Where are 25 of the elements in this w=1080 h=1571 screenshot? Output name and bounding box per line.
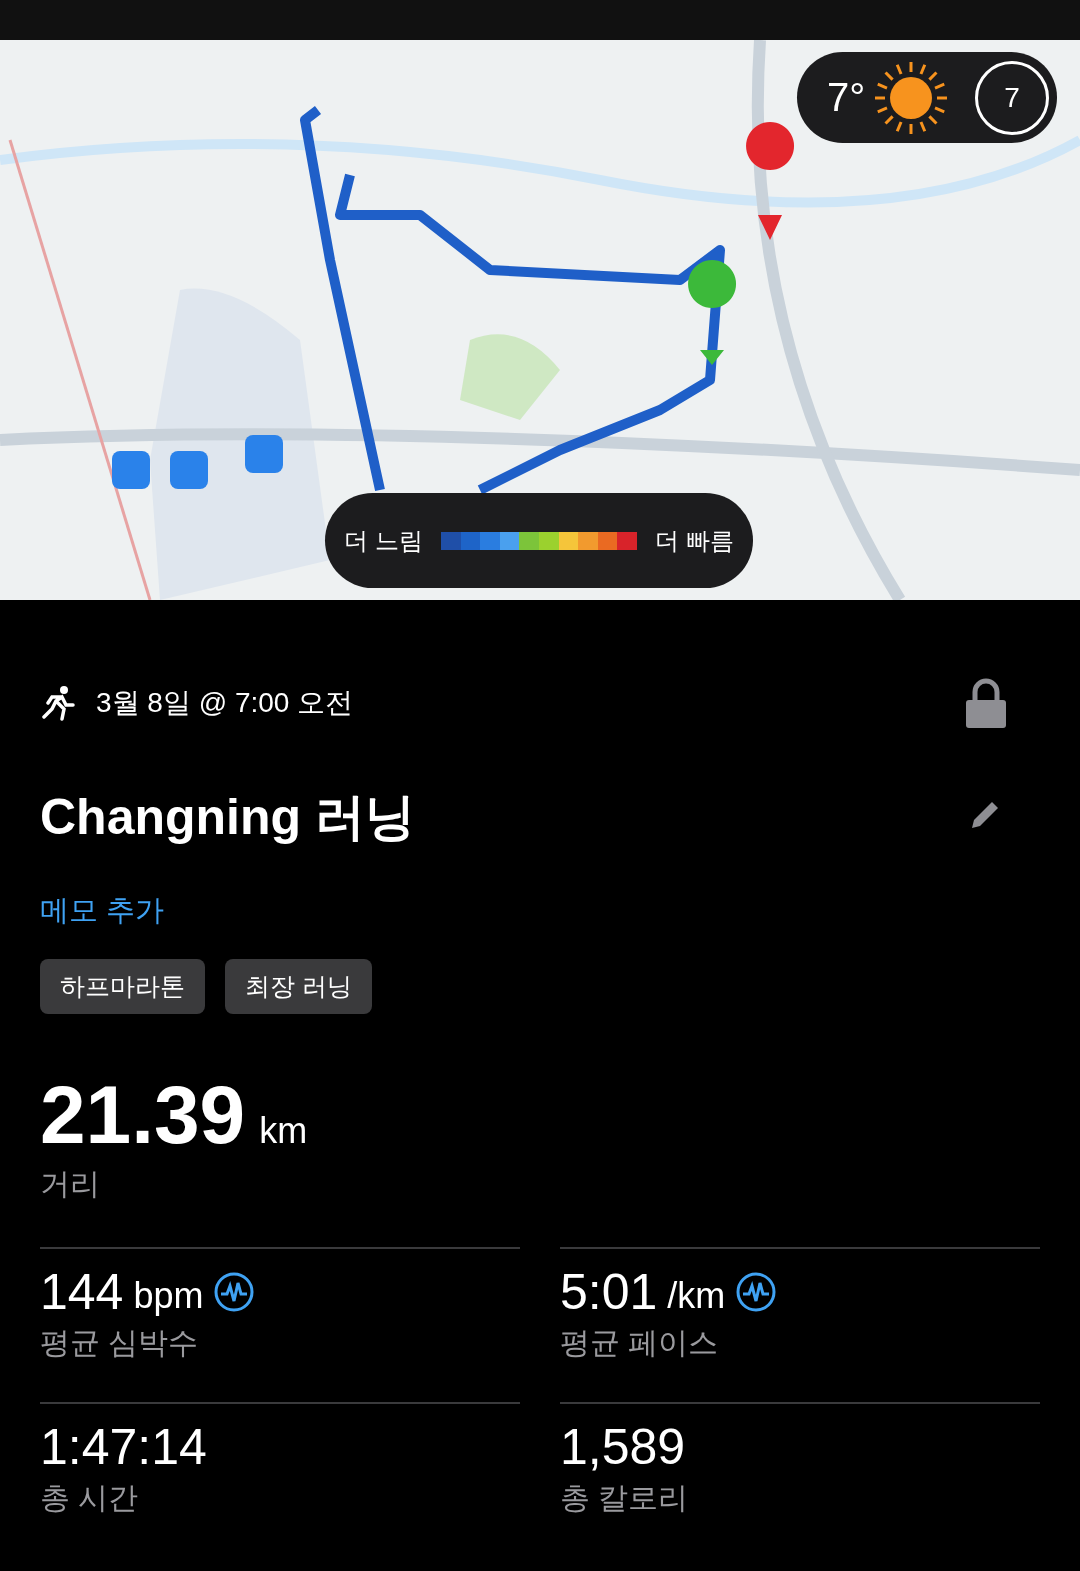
distance-label: 거리 (40, 1166, 101, 1202)
activity-date: 3월 8일 @ 7:00 오전 (96, 686, 354, 720)
distance-value: 21.39 (40, 1068, 246, 1162)
stat-label: 총 칼로리 (560, 1480, 690, 1516)
tag: 하프마라톤 (40, 959, 205, 1014)
temperature: 7° (827, 75, 866, 120)
runner-icon (40, 685, 76, 721)
stat-value: 1,589 (560, 1418, 686, 1476)
stat-label: 총 시간 (40, 1480, 140, 1516)
stat-unit: bpm (133, 1275, 204, 1317)
stat-value: 1:47:14 (40, 1418, 207, 1476)
stat-label: 평균 심박수 (40, 1325, 200, 1361)
slow-label: 더 느림 (344, 525, 424, 556)
stat-value: 144 (40, 1263, 124, 1321)
sun-icon (873, 59, 950, 136)
activity-title: Changning 러닝 (40, 788, 415, 847)
stat-unit: /km (667, 1275, 726, 1317)
distance-unit: km (259, 1110, 308, 1152)
compass-button[interactable]: 7 (975, 60, 1049, 135)
stat-value: 5:01 (560, 1263, 658, 1321)
add-memo-link[interactable]: 메모 추가 (40, 891, 165, 931)
lock-icon[interactable] (966, 678, 1006, 728)
stat-label: 평균 페이스 (560, 1325, 720, 1361)
fast-label: 더 빠름 (654, 525, 734, 556)
tag: 최장 러닝 (225, 959, 372, 1014)
